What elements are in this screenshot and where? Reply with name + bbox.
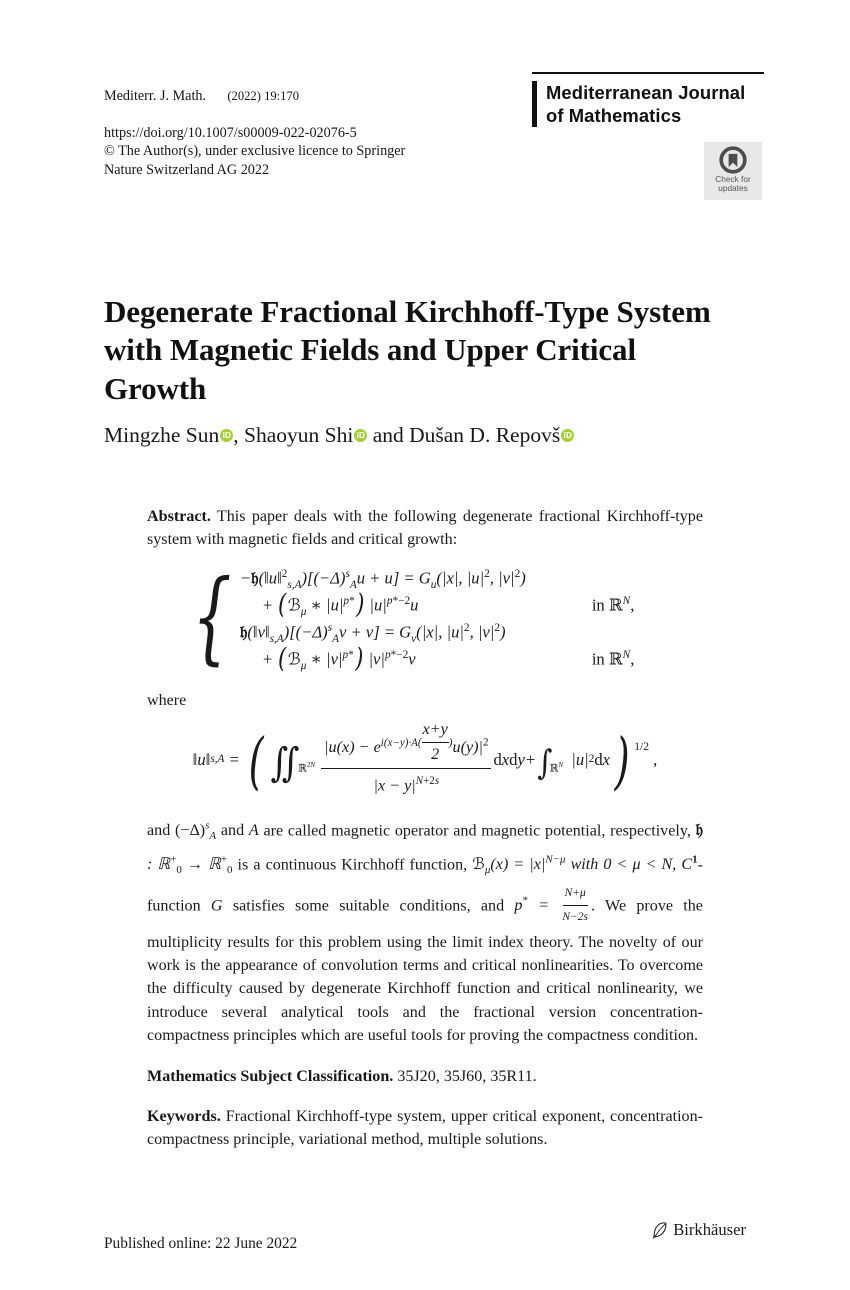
- where-label: where: [147, 691, 187, 709]
- author-name-1: Mingzhe Sun: [104, 423, 220, 447]
- check-for-updates-badge[interactable]: Check for updates: [704, 142, 762, 200]
- check-for-updates-label: Check for updates: [715, 174, 751, 194]
- author-name-2: , Shaoyun Shi: [233, 423, 354, 447]
- msc-section: Mathematics Subject Classification. 35J2…: [147, 1065, 703, 1088]
- published-online-date: Published online: 22 June 2022: [104, 1235, 298, 1252]
- equation-rows: −𝔥(‖u‖2s,A)[(−Δ)sAu + u] = Gu(|x|, |u|2,…: [232, 563, 678, 672]
- orcid-icon[interactable]: [220, 429, 234, 442]
- left-brace: {: [192, 557, 232, 675]
- abstract-intro-text: This paper deals with the following dege…: [147, 508, 704, 549]
- keywords-text: Fractional Kirchhoff-type system, upper …: [147, 1108, 703, 1149]
- paper-page: Mediterr. J. Math. (2022) 19:170 https:/…: [0, 0, 850, 1290]
- publisher-logo: Birkhäuser: [652, 1220, 746, 1240]
- keywords-section: Keywords. Fractional Kirchhoff-type syst…: [147, 1105, 703, 1152]
- equation-condition: in ℝN,: [591, 594, 635, 615]
- abstract-label: Abstract.: [147, 508, 211, 525]
- journal-name-wrap: Mediterranean Journal of Mathematics: [532, 81, 764, 127]
- copyright-statement: © The Author(s), under exclusive licence…: [104, 143, 406, 178]
- equation-row: −𝔥(‖u‖2s,A)[(−Δ)sAu + u] = Gu(|x|, |u|2,…: [239, 567, 526, 591]
- author-list: Mingzhe Sun , Shaoyun Shi and Dušan D. Re…: [104, 421, 744, 449]
- journal-short-line: Mediterr. J. Math. (2022) 19:170: [104, 87, 405, 106]
- equation-condition: in ℝN,: [591, 648, 635, 669]
- journal-logo-block: Mediterranean Journal of Mathematics Che…: [532, 72, 764, 200]
- norm-definition-equation: ‖ u ‖ s,A = (∬ ℝ2N |u(x) − ei(x−y)·A(x+y 2)u(…: [192, 719, 658, 798]
- masthead: Mediterr. J. Math. (2022) 19:170 https:/…: [104, 68, 764, 200]
- abstract-body-text-2: is a continuous Kirchhoff function,: [237, 856, 468, 874]
- equation-row: 𝔥(‖v‖s,A)[(−Δ)sAv + v] = Gv(|x|, |u|2, |…: [239, 621, 506, 645]
- equation-row: + (ℬμ ∗ |v|p*) |v|p*−2v in ℝN,: [240, 644, 678, 672]
- msc-label: Mathematics Subject Classification.: [147, 1067, 394, 1085]
- abstract-section: Abstract. This paper deals with the foll…: [147, 505, 703, 1152]
- doi-link[interactable]: https://doi.org/10.1007/s00009-022-02076…: [104, 125, 357, 141]
- norm-fraction: |u(x) − ei(x−y)·A(x+y 2)u(y)|2 |x − y|N+2…: [321, 719, 492, 798]
- abstract-intro-paragraph: Abstract. This paper deals with the foll…: [147, 505, 703, 552]
- issue-identifier: (2022) 19:170: [227, 88, 300, 103]
- orcid-icon[interactable]: [561, 429, 575, 442]
- equation-row: + (ℬμ ∗ |u|p*) |u|p*−2u in ℝN,: [240, 590, 678, 618]
- msc-codes: 35J20, 35J60, 35R11.: [397, 1067, 537, 1085]
- journal-top-rule: [532, 72, 764, 74]
- journal-short-title: Mediterr. J. Math.: [104, 87, 207, 104]
- author-name-3: and Dušan D. Repovš: [367, 423, 561, 447]
- journal-left-bar: [532, 81, 537, 127]
- birkhauser-leaf-icon: [652, 1221, 667, 1239]
- imprint-block: Mediterr. J. Math. (2022) 19:170 https:/…: [104, 68, 405, 180]
- journal-full-title: Mediterranean Journal of Mathematics: [546, 82, 746, 126]
- keywords-label: Keywords.: [147, 1108, 221, 1126]
- abstract-body-text-1: are called magnetic operator and magneti…: [263, 822, 691, 840]
- equation-system-display: { −𝔥(‖u‖2s,A)[(−Δ)sAu + u] = Gu(|x|, |u|…: [147, 557, 703, 675]
- orcid-icon[interactable]: [354, 429, 368, 442]
- crossmark-icon: [719, 146, 747, 174]
- abstract-body-text-4: satisfies some suitable conditions, and: [232, 897, 505, 915]
- equation-system: { −𝔥(‖u‖2s,A)[(−Δ)sAu + u] = Gu(|x|, |u|…: [186, 557, 678, 675]
- publisher-name: Birkhäuser: [673, 1220, 746, 1239]
- page-title: Degenerate Fractional Kirchhoff-Type Sys…: [104, 293, 711, 406]
- abstract-body-paragraph: and (−Δ)sA and A are called magnetic ope…: [147, 819, 703, 1045]
- abstract-body-text-5: . We prove the multiplicity results for …: [147, 897, 703, 1045]
